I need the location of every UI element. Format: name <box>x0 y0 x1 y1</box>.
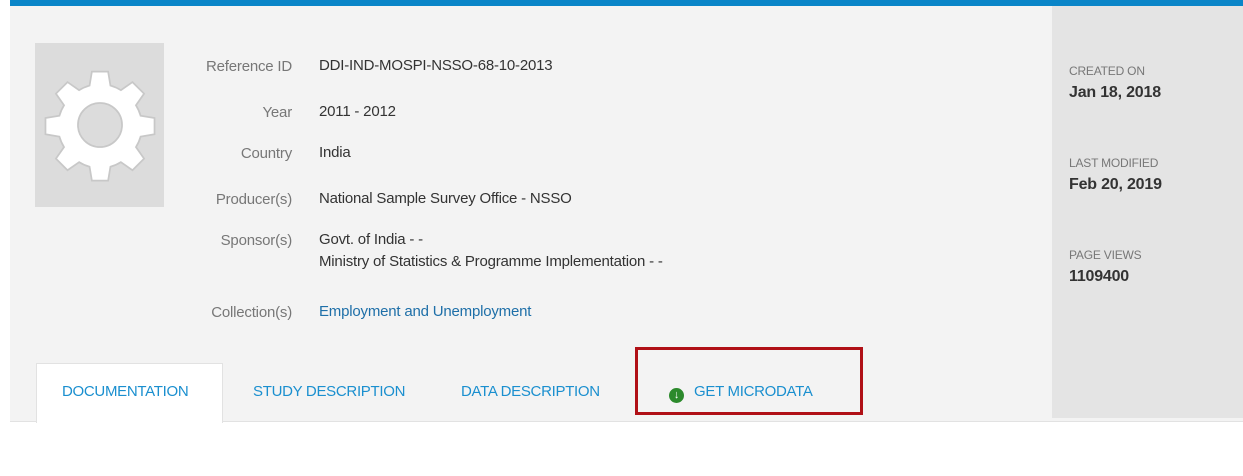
last-modified-label: LAST MODIFIED <box>1069 156 1159 170</box>
sponsor-value: Govt. of India - - Ministry of Statistic… <box>319 229 663 273</box>
producer-label: Producer(s) <box>215 191 292 208</box>
tab-study-description[interactable]: STUDY DESCRIPTION <box>253 383 405 400</box>
page-views-value: 1109400 <box>1069 268 1130 285</box>
collection-link[interactable]: Employment and Unemployment <box>319 301 531 323</box>
sponsor-line: Ministry of Statistics & Programme Imple… <box>319 253 663 270</box>
country-value: India <box>319 144 351 161</box>
reference-id-label: Reference ID <box>206 58 292 75</box>
year-label: Year <box>262 104 292 121</box>
last-modified-value: Feb 20, 2019 <box>1069 176 1162 193</box>
tab-documentation[interactable]: DOCUMENTATION <box>62 383 189 400</box>
page-views-label: PAGE VIEWS <box>1069 248 1142 262</box>
created-on-value: Jan 18, 2018 <box>1069 84 1161 101</box>
sponsor-label: Sponsor(s) <box>220 232 293 249</box>
created-on-label: CREATED ON <box>1069 64 1145 78</box>
country-label: Country <box>240 145 292 162</box>
collection-label: Collection(s) <box>211 304 292 321</box>
reference-id-value: DDI-IND-MOSPI-NSSO-68-10-2013 <box>319 57 553 74</box>
gear-icon <box>44 70 155 182</box>
tab-data-description[interactable]: DATA DESCRIPTION <box>461 383 600 400</box>
year-value: 2011 - 2012 <box>319 103 396 120</box>
producer-value: National Sample Survey Office - NSSO <box>319 190 572 207</box>
highlight-annotation-box <box>635 347 863 415</box>
sponsor-line: Govt. of India - - <box>319 231 423 248</box>
